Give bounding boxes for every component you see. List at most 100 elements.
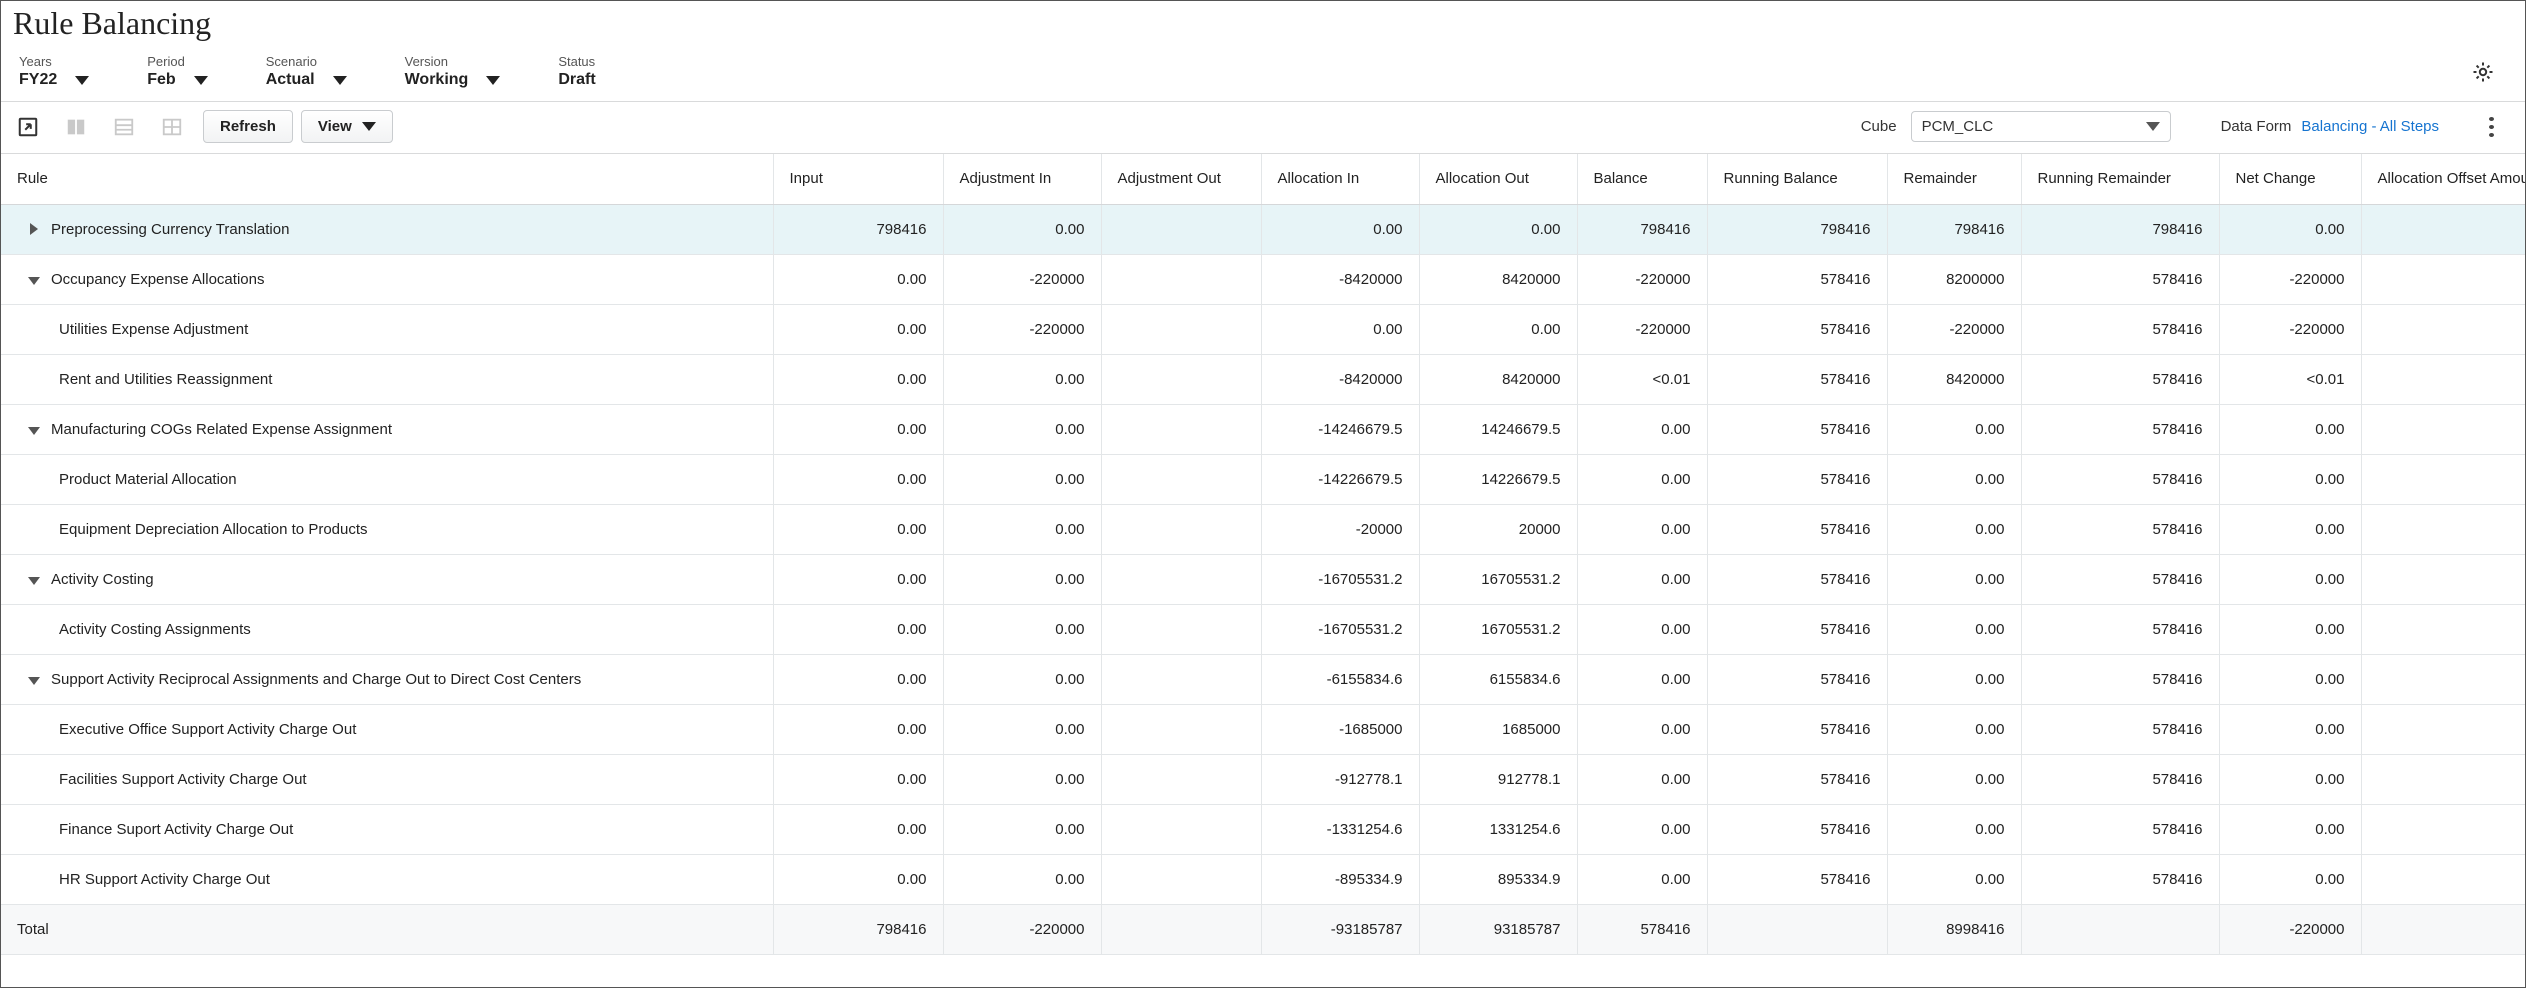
- pov-value: Draft: [558, 71, 595, 89]
- more-actions-button[interactable]: [2479, 115, 2503, 139]
- data-cell: 0.00: [943, 604, 1101, 654]
- collapse-toggle[interactable]: [27, 574, 41, 588]
- data-cell: 0.00: [773, 504, 943, 554]
- data-cell: 0.00: [1887, 854, 2021, 904]
- pov-value: Actual: [266, 71, 315, 89]
- rule-name-cell[interactable]: Manufacturing COGs Related Expense Assig…: [1, 404, 773, 454]
- columns-icon: [65, 116, 87, 138]
- refresh-button-label: Refresh: [220, 118, 276, 135]
- rule-name-cell[interactable]: Activity Costing: [1, 554, 773, 604]
- collapse-toggle[interactable]: [27, 674, 41, 688]
- column-header[interactable]: Running Balance: [1707, 154, 1887, 204]
- rule-name-cell[interactable]: Occupancy Expense Allocations: [1, 254, 773, 304]
- table-row[interactable]: Executive Office Support Activity Charge…: [1, 704, 2525, 754]
- data-cell: 578416: [1577, 904, 1707, 954]
- data-cell: -1685000: [1261, 704, 1419, 754]
- table-row[interactable]: Utilities Expense Adjustment0.00-2200000…: [1, 304, 2525, 354]
- pov-item-scenario[interactable]: ScenarioActual: [266, 54, 347, 89]
- column-header[interactable]: Adjustment In: [943, 154, 1101, 204]
- data-cell: 0.00: [2219, 854, 2361, 904]
- table-row[interactable]: Facilities Support Activity Charge Out 0.…: [1, 754, 2525, 804]
- data-cell: 0.00: [2361, 754, 2525, 804]
- data-cell: -1331254.6: [1261, 804, 1419, 854]
- chevron-down-icon[interactable]: [333, 76, 347, 85]
- rule-name-cell[interactable]: Facilities Support Activity Charge Out: [1, 754, 773, 804]
- pov-value: Feb: [147, 71, 175, 89]
- table-row[interactable]: Finance Suport Activity Charge Out 0.00 0.…: [1, 804, 2525, 854]
- rule-name-label: HR Support Activity Charge Out: [59, 871, 270, 888]
- total-row: Total798416-220000-931857879318578757841…: [1, 904, 2525, 954]
- column-header[interactable]: Allocation Offset Amount: [2361, 154, 2525, 204]
- rule-name-cell[interactable]: HR Support Activity Charge Out: [1, 854, 773, 904]
- pov-label: Version: [405, 54, 501, 69]
- data-cell: 14246679.5: [1419, 404, 1577, 454]
- table-row[interactable]: Occupancy Expense Allocations0.00-220000…: [1, 254, 2525, 304]
- cube-select[interactable]: PCM_CLC: [1911, 111, 2171, 142]
- data-cell: [1101, 404, 1261, 454]
- data-cell: 0.00: [943, 754, 1101, 804]
- column-header[interactable]: Remainder: [1887, 154, 2021, 204]
- caret-down-icon: [28, 577, 40, 585]
- table-row[interactable]: HR Support Activity Charge Out0.000.00-8…: [1, 854, 2525, 904]
- data-cell: 0.00: [1577, 604, 1707, 654]
- table-row[interactable]: Preprocessing Currency Translation 798416…: [1, 204, 2525, 254]
- column-header[interactable]: Rule: [1, 154, 773, 204]
- data-cell: 0.00: [1261, 204, 1419, 254]
- data-cell: 578416: [2021, 404, 2219, 454]
- settings-button[interactable]: [2471, 60, 2495, 84]
- cube-select-value: PCM_CLC: [1922, 118, 1994, 135]
- dataform-link[interactable]: Balancing - All Steps: [2301, 118, 2439, 135]
- data-cell: -220000: [943, 904, 1101, 954]
- data-cell: 0.00: [1887, 704, 2021, 754]
- data-cell: 0.00: [1577, 804, 1707, 854]
- rule-name-cell[interactable]: Utilities Expense Adjustment: [1, 304, 773, 354]
- table-row[interactable]: Rent and Utilities Reassignment0.000.00-…: [1, 354, 2525, 404]
- rule-name-cell[interactable]: Finance Suport Activity Charge Out: [1, 804, 773, 854]
- table-row[interactable]: Product Material Allocation0.000.00-1422…: [1, 454, 2525, 504]
- table-row[interactable]: Support Activity Reciprocal Assignments …: [1, 654, 2525, 704]
- popout-button[interactable]: [11, 112, 45, 142]
- rule-name-cell[interactable]: Support Activity Reciprocal Assignments …: [1, 654, 773, 704]
- rule-name-cell[interactable]: Product Material Allocation: [1, 454, 773, 504]
- data-cell: [1101, 854, 1261, 904]
- column-header[interactable]: Net Change: [2219, 154, 2361, 204]
- pov-item-period[interactable]: PeriodFeb: [147, 54, 207, 89]
- view-button[interactable]: View: [301, 110, 393, 143]
- rule-name-cell[interactable]: Rent and Utilities Reassignment: [1, 354, 773, 404]
- table-row[interactable]: Activity Costing Assignments0.000.00-167…: [1, 604, 2525, 654]
- column-header[interactable]: Adjustment Out: [1101, 154, 1261, 204]
- collapse-toggle[interactable]: [27, 424, 41, 438]
- data-cell: -220000: [2219, 304, 2361, 354]
- rule-name-label: Support Activity Reciprocal Assignments …: [51, 671, 581, 688]
- column-header[interactable]: Input: [773, 154, 943, 204]
- data-cell: 578416: [1707, 404, 1887, 454]
- rule-name-label: Manufacturing COGs Related Expense Assig…: [51, 421, 392, 438]
- column-header[interactable]: Allocation In: [1261, 154, 1419, 204]
- rule-name-cell[interactable]: Equipment Depreciation Allocation to Pro…: [1, 504, 773, 554]
- chevron-down-icon[interactable]: [75, 76, 89, 85]
- chevron-down-icon[interactable]: [194, 76, 208, 85]
- rule-name-label: Product Material Allocation: [59, 471, 237, 488]
- rule-name-label: Activity Costing Assignments: [59, 621, 251, 638]
- collapse-toggle[interactable]: [27, 274, 41, 288]
- expand-toggle[interactable]: [27, 222, 41, 236]
- data-cell: <0.01: [2219, 354, 2361, 404]
- refresh-button[interactable]: Refresh: [203, 110, 293, 143]
- data-cell: 578416: [1707, 504, 1887, 554]
- data-cell: 798416: [1707, 204, 1887, 254]
- rule-name-cell[interactable]: Executive Office Support Activity Charge…: [1, 704, 773, 754]
- pov-item-version[interactable]: VersionWorking: [405, 54, 501, 89]
- pov-item-years[interactable]: YearsFY22: [19, 54, 89, 89]
- rule-name-cell[interactable]: Preprocessing Currency Translation: [1, 204, 773, 254]
- table-row[interactable]: Activity Costing0.000.00-16705531.216705…: [1, 554, 2525, 604]
- table-row[interactable]: Manufacturing COGs Related Expense Assig…: [1, 404, 2525, 454]
- rule-name-cell[interactable]: Activity Costing Assignments: [1, 604, 773, 654]
- data-cell: 0.00: [2361, 804, 2525, 854]
- column-header[interactable]: Running Remainder: [2021, 154, 2219, 204]
- data-cell: 0.00: [1419, 304, 1577, 354]
- column-header[interactable]: Allocation Out: [1419, 154, 1577, 204]
- data-cell: [1101, 354, 1261, 404]
- chevron-down-icon[interactable]: [486, 76, 500, 85]
- table-row[interactable]: Equipment Depreciation Allocation to Pro…: [1, 504, 2525, 554]
- column-header[interactable]: Balance: [1577, 154, 1707, 204]
